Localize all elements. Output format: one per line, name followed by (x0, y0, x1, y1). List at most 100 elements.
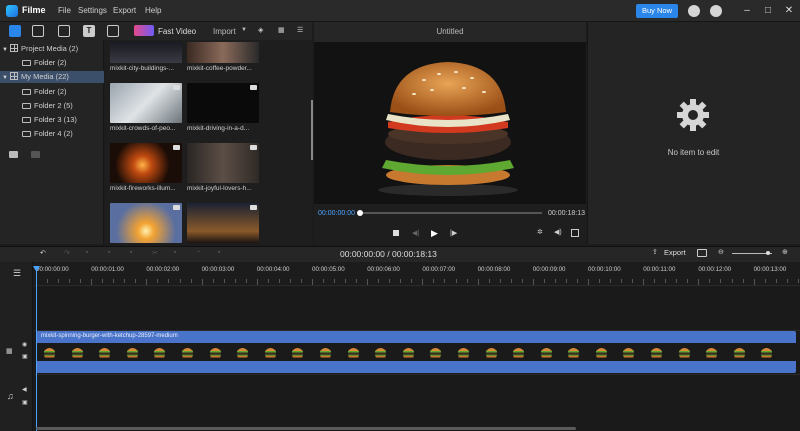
clip-frame (257, 343, 285, 361)
menu-help[interactable]: Help (145, 6, 161, 15)
redo-icon[interactable]: ↷ (64, 249, 70, 257)
account-icon[interactable] (688, 5, 700, 17)
folder-icon (22, 60, 31, 66)
stop-icon[interactable] (393, 230, 399, 236)
media-thumbnail-driving[interactable] (187, 83, 259, 123)
previous-frame-icon[interactable]: ◀| (412, 229, 419, 237)
media-thumbnail-city-buildings[interactable] (110, 42, 182, 63)
clip-frame (395, 343, 423, 361)
next-frame-icon[interactable]: |▶ (450, 229, 457, 237)
scrub-handle[interactable] (357, 210, 363, 216)
zoom-slider-handle[interactable] (766, 251, 770, 255)
split-icon[interactable]: ▪ (130, 249, 132, 256)
lock-icon[interactable]: ▣ (22, 399, 28, 406)
close-icon[interactable]: ✕ (782, 4, 796, 18)
menu-file[interactable]: File (58, 6, 71, 15)
media-thumbnail-sunset[interactable] (110, 203, 182, 243)
expand-icon[interactable]: ▼ (0, 44, 10, 56)
ruler-tick-label: 00:00:05:00 (312, 266, 345, 273)
ruler-tick (510, 279, 512, 283)
delete-folder-icon[interactable] (31, 151, 40, 158)
color-icon[interactable]: ▪ (218, 249, 220, 256)
tree-item-folder-4[interactable]: Folder 4 (2) (0, 128, 104, 140)
clip-frame (478, 343, 506, 361)
media-scrollbar[interactable] (311, 100, 313, 160)
scrub-bar[interactable] (360, 212, 542, 214)
ruler-tick (146, 279, 148, 285)
maximize-icon[interactable]: □ (761, 4, 775, 18)
visibility-eye-icon[interactable]: ◉ (22, 341, 27, 348)
speaker-icon[interactable]: ◀ (22, 386, 27, 393)
new-folder-icon[interactable] (9, 151, 18, 158)
app-logo-icon (6, 5, 18, 17)
music-tab-icon[interactable] (107, 25, 119, 37)
ruler-tick (234, 279, 236, 283)
grid-view-icon[interactable]: ▦ (278, 26, 285, 34)
menu-settings[interactable]: Settings (78, 6, 107, 15)
text-tab-icon[interactable]: T (83, 25, 95, 37)
export-icon[interactable]: ⇪ (652, 248, 658, 256)
clip-filmstrip (36, 343, 796, 361)
transitions-tab-icon[interactable] (58, 25, 70, 37)
fast-video-button[interactable]: Fast Video (158, 27, 196, 36)
minimize-icon[interactable]: – (740, 4, 754, 18)
delete-icon[interactable]: ▪ (86, 249, 88, 256)
tree-item-my-media[interactable]: ▼ My Media (22) (0, 71, 104, 83)
expand-icon[interactable]: ▼ (0, 72, 10, 84)
volume-icon[interactable]: ◀) (554, 228, 562, 236)
media-tab-icon[interactable] (9, 25, 21, 37)
ruler-tick (466, 279, 468, 283)
tree-item-folder-2[interactable]: Folder 2 (5) (0, 100, 104, 112)
timeline-time-display: 00:00:00:00 / 00:00:18:13 (340, 249, 437, 259)
media-thumbnail-coffee-powder[interactable] (187, 42, 259, 63)
ruler-tick (709, 279, 711, 283)
zoom-out-icon[interactable]: ⊖ (718, 248, 724, 256)
ruler-tick (698, 279, 700, 285)
clip-frame (284, 343, 312, 361)
tree-item-folder[interactable]: Folder (2) (0, 57, 104, 69)
ruler-tick (245, 279, 247, 283)
effects-tab-icon[interactable] (32, 25, 44, 37)
timeline-menu-icon[interactable]: ☰ (13, 268, 21, 279)
ruler-tick (742, 279, 744, 283)
clip-frame (753, 343, 781, 361)
lock-icon[interactable]: ▣ (22, 353, 28, 360)
playhead[interactable] (36, 270, 37, 431)
tree-item-folder[interactable]: Folder (2) (0, 86, 104, 98)
folder-icon (22, 117, 31, 123)
timeline-scrollbar[interactable] (36, 427, 576, 430)
menu-export[interactable]: Export (113, 6, 136, 15)
mail-icon[interactable] (710, 5, 722, 17)
play-icon[interactable]: ▶ (431, 228, 438, 239)
settings-gear-icon[interactable]: ✲ (537, 228, 543, 236)
ruler-tick (576, 279, 578, 283)
copy-icon[interactable]: ▪ (108, 249, 110, 256)
fast-video-icon[interactable] (134, 25, 154, 36)
export-button[interactable]: Export (664, 248, 686, 257)
tree-item-project-media[interactable]: ▼ Project Media (2) (0, 43, 104, 55)
media-thumbnail-joyful-lovers[interactable] (187, 143, 259, 183)
layers-icon[interactable]: ◈ (258, 26, 263, 34)
zoom-in-icon[interactable]: ⊕ (782, 248, 788, 256)
media-thumbnail-silhouette[interactable] (187, 203, 259, 243)
empty-state-text: No item to edit (667, 148, 720, 157)
speed-icon[interactable]: ◔ (196, 249, 200, 256)
tree-item-folder-3[interactable]: Folder 3 (13) (0, 114, 104, 126)
cut-icon[interactable]: ✂ (152, 249, 158, 257)
media-thumbnail-crowds[interactable] (110, 83, 182, 123)
ruler-tick (102, 279, 104, 283)
ruler-tick (47, 279, 49, 283)
media-thumbnail-fireworks[interactable] (110, 143, 182, 183)
ruler-tick (444, 279, 446, 283)
snapshot-icon[interactable] (697, 249, 707, 257)
crop-icon[interactable]: ▪ (174, 249, 176, 256)
undo-icon[interactable]: ↶ (40, 249, 46, 257)
import-dropdown[interactable]: Import (213, 27, 236, 36)
video-track-icon: ▦ (6, 348, 13, 355)
chevron-down-icon[interactable]: ▼ (241, 27, 247, 33)
fullscreen-icon[interactable] (571, 229, 579, 237)
sort-icon[interactable]: ☰ (297, 26, 303, 34)
buy-now-button[interactable]: Buy Now (636, 4, 678, 18)
preview-player[interactable] (314, 42, 586, 204)
ruler-tick (599, 279, 601, 283)
